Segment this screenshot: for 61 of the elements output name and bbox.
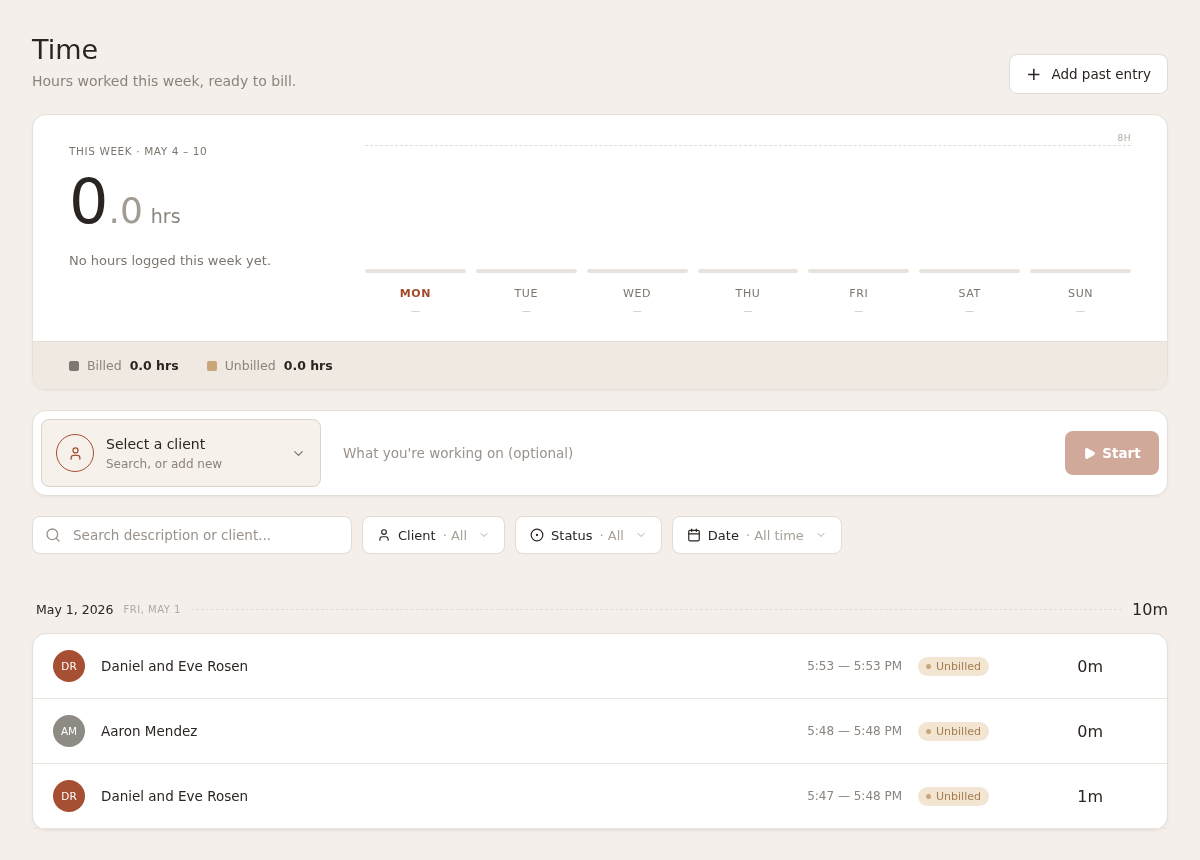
week-range-label: THIS WEEK · MAY 4 – 10 xyxy=(69,145,209,157)
day-label: TUE xyxy=(514,287,539,300)
entry-row[interactable]: DR Daniel and Eve Rosen 5:53 — 5:53 PM Unbilled 0m xyxy=(33,634,1167,699)
client-name: Daniel and Eve Rosen xyxy=(101,788,250,804)
day-hours: — xyxy=(632,306,642,316)
time-range: 5:48 — 5:48 PM xyxy=(807,724,903,738)
status-badge: Unbilled xyxy=(918,656,989,676)
day-hours: — xyxy=(1076,306,1086,316)
group-total: 10m xyxy=(1132,600,1168,619)
entry-row[interactable]: AM Aaron Mendez 5:48 — 5:48 PM Unbilled 0m xyxy=(33,699,1167,764)
client-select-title: Select a client xyxy=(106,435,207,452)
hours-fraction: .0 xyxy=(108,190,143,231)
legend-value: 0.0 hrs xyxy=(283,358,333,373)
client-name: Aaron Mendez xyxy=(101,723,199,739)
filter-dropdown[interactable]: Date · All time xyxy=(671,516,842,554)
entry-duration: 0m xyxy=(1076,721,1104,741)
legend-label: Billed xyxy=(87,358,122,373)
client-avatar: DR xyxy=(53,650,85,682)
day-hours: — xyxy=(521,306,531,316)
filter-dropdown[interactable]: Client · All xyxy=(362,516,506,554)
day-label: SUN xyxy=(1068,287,1094,300)
search-icon xyxy=(45,527,61,543)
filter-dropdown[interactable]: Status · All xyxy=(515,516,662,554)
client-avatar: AM xyxy=(53,715,85,747)
entry-duration: 1m xyxy=(1076,786,1104,806)
day-label: MON xyxy=(399,287,432,300)
empty-week-note: No hours logged this week yet. xyxy=(69,253,272,268)
day-label: SAT xyxy=(958,287,981,300)
page-subtitle: Hours worked this week, ready to bill. xyxy=(32,73,297,89)
day-hours: — xyxy=(965,306,975,316)
calendar-icon xyxy=(686,528,701,542)
day-label: WED xyxy=(623,287,652,300)
scale-label: 8H xyxy=(1117,133,1131,143)
day-hours: — xyxy=(854,306,864,316)
client-select-hint: Search, or add new xyxy=(106,456,224,471)
person-icon xyxy=(377,528,391,542)
group-weekday: FRI, MAY 1 xyxy=(123,604,181,615)
client-name: Daniel and Eve Rosen xyxy=(101,658,250,674)
client-select[interactable]: Select a client Search, or add new xyxy=(41,419,321,487)
entry-row[interactable]: DR Daniel and Eve Rosen 5:47 — 5:48 PM Unbilled 1m xyxy=(33,764,1167,829)
day-label: THU xyxy=(735,287,761,300)
status-badge: Unbilled xyxy=(918,786,989,806)
day-hours: — xyxy=(743,306,753,316)
group-date: May 1, 2026 xyxy=(36,602,114,617)
entry-duration: 0m xyxy=(1076,656,1104,676)
status-badge: Unbilled xyxy=(918,721,989,741)
page-title: Time xyxy=(32,34,100,65)
plus-icon: + xyxy=(1026,65,1042,83)
day-label: FRI xyxy=(849,287,869,300)
legend-label: Unbilled xyxy=(224,358,276,373)
add-past-entry-button[interactable]: + Add past entry xyxy=(1009,54,1168,94)
time-range: 5:53 — 5:53 PM xyxy=(807,659,903,673)
hours-total: 0 xyxy=(69,171,109,233)
status-icon xyxy=(530,528,545,542)
day-hours: — xyxy=(410,306,420,316)
play-icon xyxy=(1083,446,1097,460)
legend-value: 0.0 hrs xyxy=(129,358,179,373)
time-range: 5:47 — 5:48 PM xyxy=(807,789,903,803)
search-field[interactable]: Search description or client... xyxy=(32,516,352,554)
client-avatar: DR xyxy=(53,780,85,812)
hours-unit: hrs xyxy=(150,205,181,227)
